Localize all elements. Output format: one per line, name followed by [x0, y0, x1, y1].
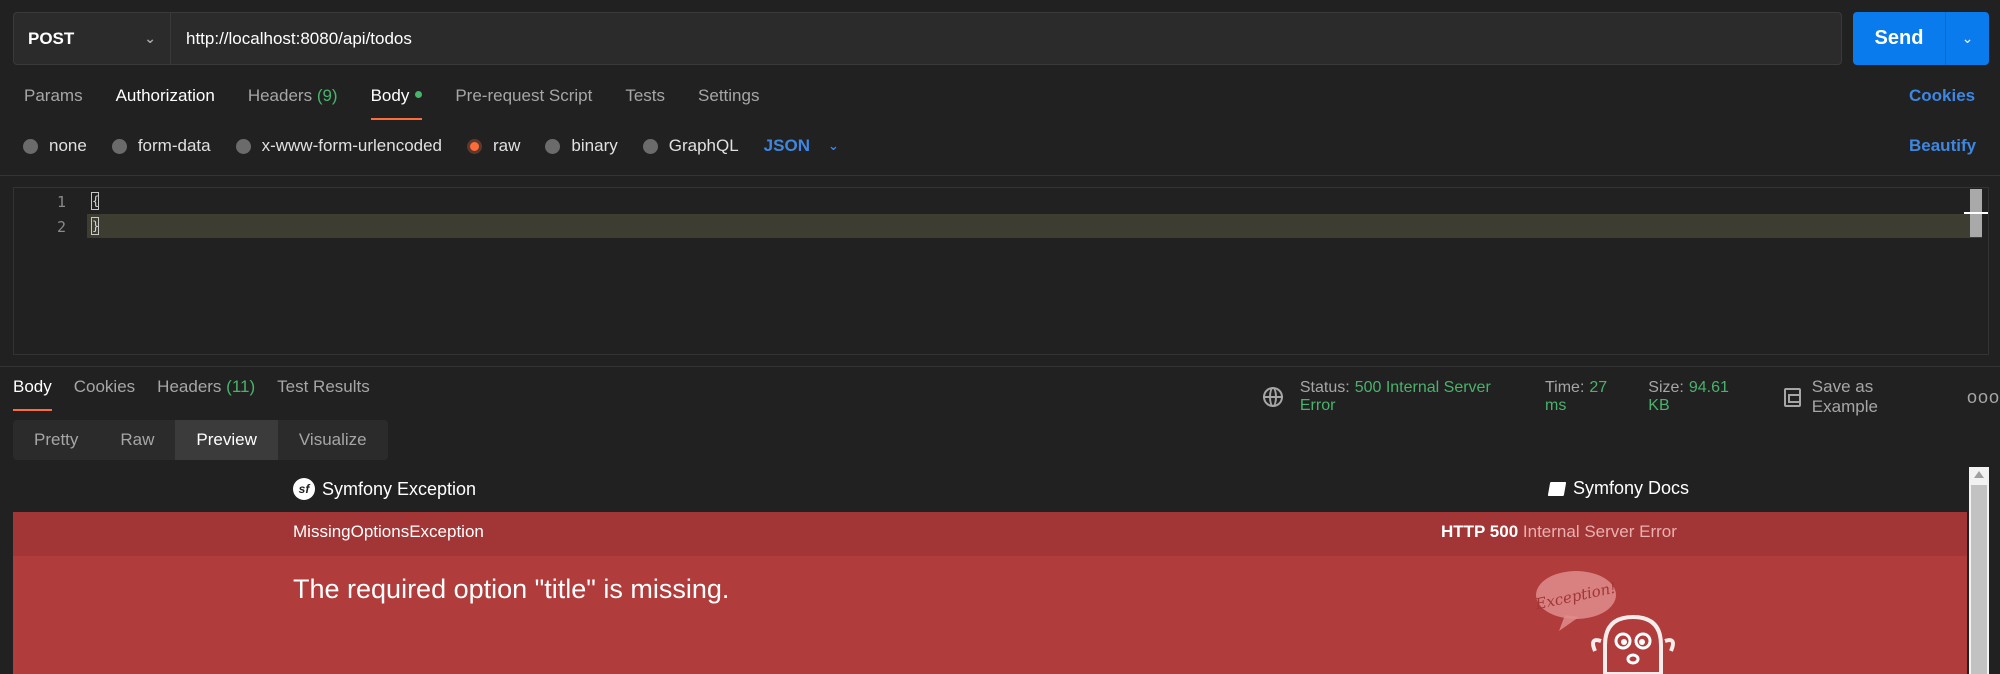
radio-circle-icon: [545, 138, 561, 154]
radio-raw[interactable]: raw: [467, 136, 520, 156]
editor-scrollbar[interactable]: [1964, 189, 1988, 237]
size-label: Size:: [1648, 379, 1684, 396]
radio-form-data[interactable]: form-data: [111, 136, 211, 156]
chevron-down-icon: ⌄: [144, 30, 156, 46]
current-line-highlight: [87, 214, 1982, 238]
send-button-group: Send ⌄: [1853, 12, 1989, 65]
radio-urlencoded[interactable]: x-www-form-urlencoded: [235, 136, 443, 156]
tab-authorization[interactable]: Authorization: [116, 86, 215, 120]
radio-circle-icon: [235, 138, 251, 154]
save-as-example-button[interactable]: Save as Example: [1783, 377, 1943, 417]
modified-dot-icon: [415, 91, 423, 99]
resp-tab-headers[interactable]: Headers (11): [157, 377, 255, 411]
divider: [0, 366, 2000, 367]
format-select[interactable]: JSON ⌄: [764, 136, 839, 156]
book-icon: [1547, 481, 1567, 496]
preview-scrollbar[interactable]: [1969, 467, 1989, 674]
method-select[interactable]: POST ⌄: [14, 13, 171, 64]
chevron-down-icon: ⌄: [1961, 30, 1974, 46]
radio-graphql-label: GraphQL: [668, 136, 739, 155]
resp-tab-headers-count: (11): [226, 377, 256, 396]
radio-none[interactable]: none: [23, 136, 87, 156]
radio-circle-icon: [642, 138, 658, 154]
request-tabs: Params Authorization Headers (9) Body Pr…: [24, 86, 792, 120]
save-as-example-label: Save as Example: [1811, 377, 1878, 416]
http-status: HTTP 500 Internal Server Error: [1441, 522, 1677, 542]
view-tab-raw[interactable]: Raw: [99, 420, 175, 460]
view-tab-pretty[interactable]: Pretty: [13, 420, 99, 460]
cookies-link[interactable]: Cookies: [1909, 86, 1975, 106]
resp-tab-body[interactable]: Body: [13, 377, 52, 411]
http-status-code: HTTP 500: [1441, 522, 1519, 541]
tab-body-label: Body: [370, 86, 410, 105]
tab-body[interactable]: Body: [370, 86, 423, 120]
tab-tests[interactable]: Tests: [625, 86, 665, 120]
line-number: 2: [56, 218, 66, 236]
scroll-thumb[interactable]: [1971, 485, 1987, 674]
time-label: Time:: [1544, 379, 1585, 396]
view-tab-visualize[interactable]: Visualize: [278, 420, 388, 460]
send-options-button[interactable]: ⌄: [1945, 12, 1989, 65]
send-button[interactable]: Send: [1853, 27, 1945, 50]
scroll-up-arrow-icon[interactable]: [1974, 471, 1984, 478]
exception-class: MissingOptionsException: [293, 522, 484, 541]
exception-ghost-illustration: Exception!: [1533, 567, 1695, 674]
radio-raw-label: raw: [493, 136, 521, 155]
divider: [0, 175, 2000, 176]
radio-urlencoded-label: x-www-form-urlencoded: [261, 136, 443, 155]
save-icon: [1783, 387, 1801, 407]
tab-headers[interactable]: Headers (9): [248, 86, 338, 120]
radio-selected-icon: [467, 138, 483, 154]
more-options-icon[interactable]: ooo: [1967, 387, 2000, 408]
ghost-icon: Exception!: [1533, 571, 1675, 674]
radio-none-label: none: [49, 136, 87, 155]
radio-graphql[interactable]: GraphQL: [642, 136, 739, 156]
symfony-logo-icon: sf: [293, 478, 315, 500]
radio-binary-label: binary: [571, 136, 618, 155]
response-preview: sf Symfony Exception Symfony Docs Missin…: [13, 467, 1967, 674]
tab-headers-label: Headers: [247, 86, 313, 105]
symfony-brand-label: Symfony Exception: [322, 478, 477, 499]
tab-prerequest-script[interactable]: Pre-request Script: [455, 86, 592, 120]
time-info[interactable]: Time: 27 ms: [1545, 379, 1632, 415]
beautify-button[interactable]: Beautify: [1909, 136, 1976, 156]
radio-binary[interactable]: binary: [545, 136, 618, 156]
tab-params[interactable]: Params: [24, 86, 83, 120]
resp-tab-test-results[interactable]: Test Results: [277, 377, 370, 411]
editor-line-2: }: [91, 217, 100, 235]
line-number: 1: [56, 193, 66, 211]
request-url-bar: POST ⌄ http://localhost:8080/api/todos: [13, 12, 1842, 65]
response-tabs: Body Cookies Headers (11) Test Results: [13, 377, 392, 411]
body-type-selector: none form-data x-www-form-urlencoded raw…: [23, 136, 839, 156]
radio-form-data-label: form-data: [137, 136, 211, 155]
status-label: Status:: [1299, 379, 1350, 396]
symfony-docs-link[interactable]: Symfony Docs: [1547, 478, 1690, 499]
format-label: JSON: [763, 136, 810, 155]
response-meta: Status: 500 Internal Server Error Time: 27…: [1263, 377, 2000, 417]
radio-circle-icon: [111, 138, 127, 154]
chevron-down-icon: ⌄: [827, 138, 839, 153]
exception-message: The required option "title" is missing.: [293, 574, 730, 604]
resp-tab-cookies[interactable]: Cookies: [74, 377, 135, 411]
body-editor[interactable]: 1 2 { }: [13, 187, 1989, 355]
resp-tab-headers-label: Headers: [157, 377, 222, 396]
status-info[interactable]: Status: 500 Internal Server Error: [1300, 379, 1529, 415]
method-label: POST: [28, 28, 75, 48]
globe-icon[interactable]: [1263, 387, 1283, 407]
tab-settings[interactable]: Settings: [698, 86, 759, 120]
http-status-text: Internal Server Error: [1522, 522, 1677, 541]
view-tab-preview[interactable]: Preview: [175, 420, 278, 460]
response-view-tabs: Pretty Raw Preview Visualize: [13, 420, 388, 460]
radio-circle-icon: [23, 138, 38, 154]
tab-headers-count: (9): [316, 86, 338, 105]
symfony-brand: sf Symfony Exception: [293, 478, 476, 500]
editor-line-1: {: [91, 192, 100, 210]
symfony-docs-label: Symfony Docs: [1573, 478, 1690, 498]
size-info[interactable]: Size: 94.61 KB: [1648, 379, 1754, 415]
url-input[interactable]: http://localhost:8080/api/todos: [171, 29, 412, 49]
